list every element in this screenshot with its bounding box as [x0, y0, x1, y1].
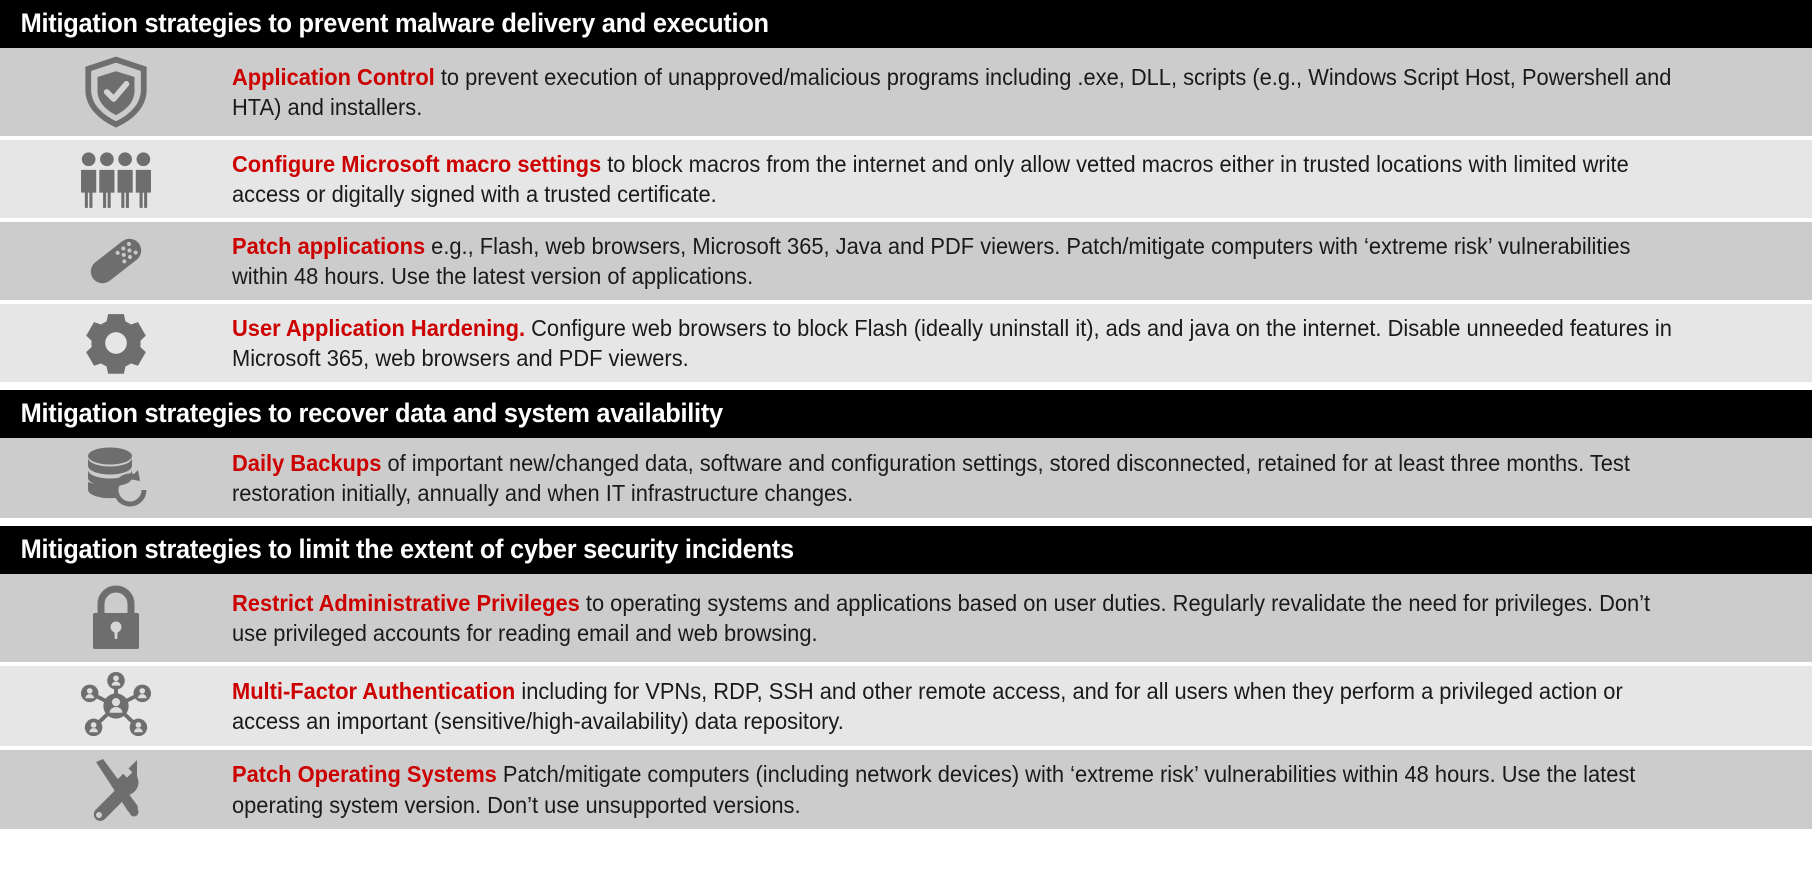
- strategy-text-multi-factor-authentication: Multi-Factor Authentication including fo…: [232, 666, 1812, 746]
- strategy-lede: Restrict Administrative Privileges: [232, 590, 580, 617]
- strategy-lede: Configure Microsoft macro settings: [232, 151, 602, 177]
- section-header-bar-1: Mitigation strategies to prevent malware…: [0, 0, 1812, 48]
- strategy-row-application-control: Application Control to prevent execution…: [0, 48, 1812, 136]
- strategy-lede: Daily Backups: [232, 450, 382, 477]
- strategy-lede: Patch applications: [232, 233, 426, 260]
- section-header-bar-2: Mitigation strategies to recover data an…: [0, 390, 1812, 439]
- padlock-icon: [0, 574, 232, 662]
- strategy-row-daily-backups: Daily Backups of important new/changed d…: [0, 438, 1812, 519]
- gear-icon: [0, 304, 232, 382]
- strategy-row-patch-applications: Patch applications e.g., Flash, web brow…: [0, 222, 1812, 301]
- strategy-lede: User Application Hardening.: [232, 315, 526, 342]
- shield-check-icon: [0, 48, 232, 136]
- strategy-row-restrict-admin-privileges: Restrict Administrative Privileges to op…: [0, 574, 1812, 663]
- strategy-text-patch-applications: Patch applications e.g., Flash, web brow…: [232, 222, 1812, 300]
- wrench-screwdriver-icon: [0, 750, 232, 828]
- database-restore-icon: [0, 438, 232, 518]
- strategy-row-user-application-hardening: User Application Hardening. Configure we…: [0, 304, 1812, 383]
- section-heading-malware-delivery: Mitigation strategies to prevent malware…: [0, 0, 1812, 48]
- section-header-bar-3: Mitigation strategies to limit the exten…: [0, 526, 1812, 575]
- mitigation-strategies-table: Mitigation strategies to prevent malware…: [0, 0, 1812, 887]
- strategy-body: of important new/changed data, software …: [232, 450, 1630, 507]
- section-gap: [0, 518, 1812, 527]
- strategy-lede: Patch Operating Systems: [232, 761, 497, 788]
- section-heading-limit-extent: Mitigation strategies to limit the exten…: [0, 526, 1812, 575]
- section-gap: [0, 382, 1812, 391]
- user-network-icon: [0, 666, 232, 746]
- strategy-text-user-application-hardening: User Application Hardening. Configure we…: [232, 304, 1812, 382]
- strategy-text-patch-operating-systems: Patch Operating Systems Patch/mitigate c…: [232, 750, 1812, 828]
- strategy-text-application-control: Application Control to prevent execution…: [232, 48, 1812, 136]
- strategy-row-multi-factor-authentication: Multi-Factor Authentication including fo…: [0, 666, 1812, 747]
- group-of-people-icon: [0, 140, 232, 218]
- strategy-body: to prevent execution of unapproved/malic…: [232, 63, 1672, 120]
- strategy-row-macro-settings: Configure Microsoft macro settings to bl…: [0, 140, 1812, 219]
- section-heading-recover-data: Mitigation strategies to recover data an…: [0, 390, 1812, 439]
- strategy-body: e.g., Flash, web browsers, Microsoft 365…: [232, 233, 1631, 290]
- strategy-text-macro-settings: Configure Microsoft macro settings to bl…: [232, 140, 1812, 218]
- strategy-row-patch-operating-systems: Patch Operating Systems Patch/mitigate c…: [0, 750, 1812, 829]
- strategy-lede: Application Control: [232, 63, 435, 90]
- strategy-text-daily-backups: Daily Backups of important new/changed d…: [232, 438, 1812, 518]
- strategy-lede: Multi-Factor Authentication: [232, 678, 516, 705]
- strategy-text-restrict-admin-privileges: Restrict Administrative Privileges to op…: [232, 574, 1812, 662]
- bandage-patch-icon: [0, 222, 232, 300]
